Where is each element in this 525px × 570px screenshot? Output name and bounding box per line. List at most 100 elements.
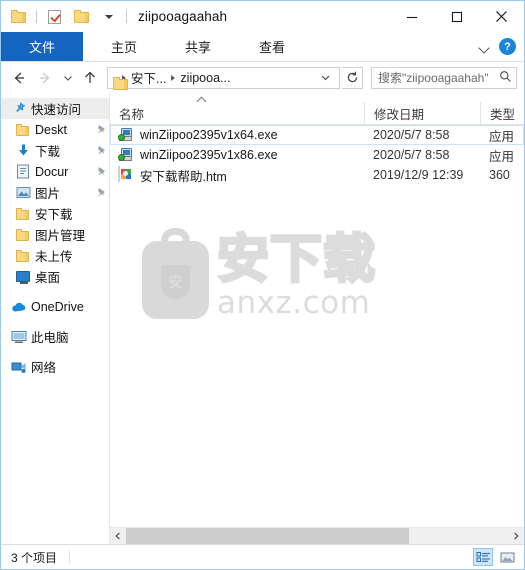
sidebar-item-picture-manage[interactable]: 图片管理 — [1, 224, 109, 245]
customize-caret-icon[interactable] — [97, 5, 120, 28]
sidebar-item-onedrive[interactable]: OneDrive — [1, 296, 109, 317]
search-icon[interactable] — [499, 70, 512, 86]
file-name-cell: 安下载帮助.htm — [111, 166, 365, 184]
file-name-cell: winZiipoo2395v1x64.exe — [111, 126, 365, 144]
pin-icon — [96, 166, 107, 177]
file-name-text: winZiipoo2395v1x86.exe — [140, 148, 278, 162]
sort-indicator-bar — [110, 93, 524, 102]
sidebar-gap-3 — [1, 347, 109, 356]
sidebar-gap-1 — [1, 287, 109, 296]
watermark-bag-logo: 安 — [142, 228, 209, 319]
breadcrumb[interactable]: 安下... ziipooa... — [107, 66, 340, 90]
sidebar-item-this-pc[interactable]: 此电脑 — [1, 326, 109, 347]
scrollbar-track[interactable] — [126, 528, 508, 544]
toolbar-divider — [36, 10, 37, 23]
file-date-cell: 2020/5/7 8:58 — [373, 128, 450, 142]
tab-home[interactable]: 主页 — [87, 32, 161, 61]
onedrive-icon — [11, 299, 27, 315]
folder-icon — [15, 227, 31, 243]
watermark-cn-text: 安下载 — [215, 230, 377, 290]
recent-locations-button[interactable] — [59, 66, 76, 90]
sidebar-label-anxiazai: 安下载 — [35, 208, 73, 222]
details-view-icon[interactable] — [473, 548, 493, 566]
maximize-button[interactable] — [434, 1, 479, 32]
scroll-right-icon[interactable] — [508, 528, 524, 544]
folder-icon[interactable] — [7, 5, 30, 28]
up-button[interactable] — [78, 66, 102, 90]
folder-icon — [15, 206, 31, 222]
table-row[interactable]: winZiipoo2395v1x64.exe 2020/5/7 8:58 应用 — [110, 125, 524, 145]
network-icon — [11, 359, 27, 375]
item-count-label: 3 个项目 — [11, 550, 58, 565]
sort-ascending-icon — [198, 95, 207, 104]
properties-icon[interactable] — [43, 5, 66, 28]
sidebar-item-quick-access[interactable]: 快速访问 — [1, 98, 109, 119]
file-type-cell: 应用 — [489, 129, 515, 144]
table-row[interactable]: 安下载帮助.htm 2019/12/9 12:39 360 — [110, 165, 524, 185]
navigation-pane[interactable]: 快速访问 Deskt 下载 Docur 图片 安下载 图片管理 未上传 桌面 O… — [1, 93, 110, 544]
file-type-cell: 360 — [489, 168, 510, 182]
tab-file[interactable]: 文件 — [1, 32, 83, 61]
toolbar-divider-2 — [126, 10, 127, 23]
close-button[interactable] — [479, 1, 524, 32]
documents-icon — [15, 164, 31, 180]
watermark-text: 安下载 anxz.com — [215, 230, 377, 320]
sidebar-item-desktop[interactable]: 桌面 — [1, 266, 109, 287]
tab-share[interactable]: 共享 — [161, 32, 235, 61]
sidebar-label-onedrive: OneDrive — [31, 299, 84, 314]
installer-icon — [118, 127, 135, 143]
file-name-cell: winZiipoo2395v1x86.exe — [111, 146, 365, 164]
status-bar: 3 个项目 — [1, 544, 524, 569]
sidebar-label-documents: Docur — [35, 164, 69, 179]
window-title: ziipooagaahah — [138, 9, 228, 24]
sidebar-label-pictures: 图片 — [35, 187, 61, 201]
sidebar-label-this-pc: 此电脑 — [31, 331, 69, 345]
search-input[interactable]: 搜索"ziipooagaahah" — [371, 66, 517, 89]
column-header-type[interactable]: 类型 — [480, 102, 524, 124]
watermark: 安 安下载 anxz.com — [142, 228, 377, 320]
explorer-window: ziipooagaahah 文件 主页 共享 查看 ? 安下... ziipoo… — [0, 0, 525, 570]
horizontal-scrollbar[interactable] — [110, 527, 524, 544]
sidebar-label-not-uploaded: 未上传 — [35, 250, 73, 264]
sidebar-item-desktop-pinned[interactable]: Deskt — [1, 119, 109, 140]
breadcrumb-separator-2[interactable] — [171, 74, 176, 81]
table-row[interactable]: winZiipoo2395v1x86.exe 2020/5/7 8:58 应用 — [110, 145, 524, 165]
file-list-pane: 名称 修改日期 类型 winZiipoo2395v1x64.exe 2020/5… — [110, 93, 524, 544]
column-header-date[interactable]: 修改日期 — [364, 102, 480, 124]
sidebar-item-documents[interactable]: Docur — [1, 161, 109, 182]
sidebar-item-not-uploaded[interactable]: 未上传 — [1, 245, 109, 266]
file-date-cell: 2020/5/7 8:58 — [373, 148, 450, 162]
forward-button[interactable] — [33, 66, 57, 90]
folder-icon — [15, 122, 31, 138]
scroll-left-icon[interactable] — [110, 528, 126, 544]
help-button[interactable]: ? — [499, 38, 516, 55]
breadcrumb-dropdown-icon[interactable] — [314, 72, 337, 83]
sidebar-gap-2 — [1, 317, 109, 326]
chevron-down-icon[interactable] — [479, 41, 491, 53]
column-headers: 名称 修改日期 类型 — [110, 102, 524, 125]
breadcrumb-item-0[interactable]: 安下... — [131, 68, 166, 87]
explorer-body: 快速访问 Deskt 下载 Docur 图片 安下载 图片管理 未上传 桌面 O… — [1, 93, 524, 544]
breadcrumb-item-1[interactable]: ziipooa... — [180, 71, 230, 85]
back-button[interactable] — [7, 66, 31, 90]
sidebar-item-network[interactable]: 网络 — [1, 356, 109, 377]
view-mode-buttons — [473, 548, 524, 566]
scrollbar-thumb[interactable] — [126, 528, 409, 544]
large-icons-view-icon[interactable] — [497, 548, 517, 566]
pin-icon — [96, 187, 107, 198]
sidebar-label-downloads: 下载 — [35, 145, 61, 159]
refresh-button[interactable] — [342, 66, 363, 89]
sidebar-label-picture-manage: 图片管理 — [35, 229, 86, 243]
new-folder-icon[interactable] — [70, 5, 93, 28]
column-header-name[interactable]: 名称 — [110, 102, 364, 124]
star-pin-icon — [11, 101, 27, 117]
pictures-icon — [15, 185, 31, 201]
file-name-text: 安下载帮助.htm — [140, 169, 227, 184]
sidebar-item-anxiazai[interactable]: 安下载 — [1, 203, 109, 224]
file-type-cell: 应用 — [489, 149, 515, 164]
desktop-icon — [15, 269, 31, 285]
sidebar-item-downloads[interactable]: 下载 — [1, 140, 109, 161]
minimize-button[interactable] — [389, 1, 434, 32]
sidebar-item-pictures[interactable]: 图片 — [1, 182, 109, 203]
tab-view[interactable]: 查看 — [235, 32, 309, 61]
